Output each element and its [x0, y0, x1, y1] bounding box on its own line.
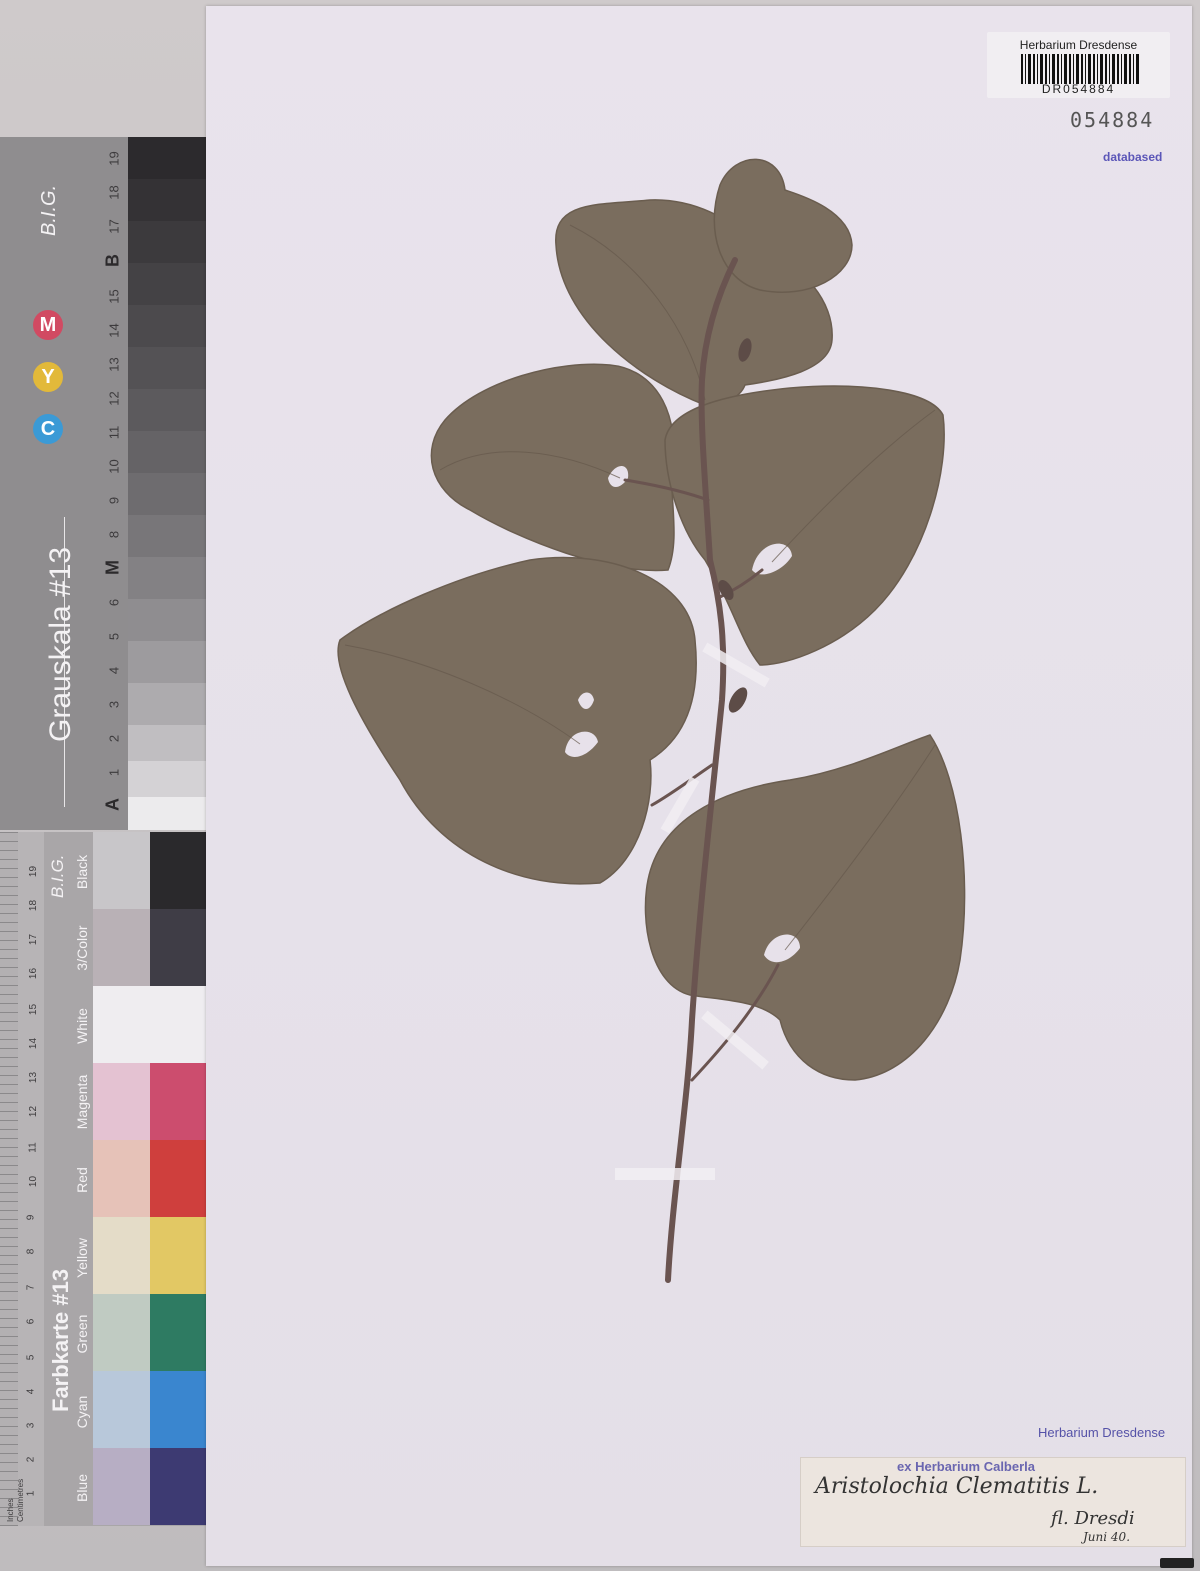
- ex-label-title: ex Herbarium Calberla: [897, 1459, 1036, 1474]
- catalog-number: 054884: [1070, 108, 1155, 132]
- herbarium-stamp: Herbarium Dresdense: [1038, 1425, 1166, 1440]
- barcode-number: DR054884: [1041, 82, 1116, 96]
- flower-bud: [728, 687, 748, 713]
- leaf-upper-left: [430, 363, 675, 572]
- databased-stamp: databased: [1103, 150, 1163, 164]
- mounting-strip: [615, 1168, 715, 1180]
- specimen-aristolochia: [337, 158, 966, 1283]
- ex-label-collector: fl. Dresdi: [1051, 1508, 1135, 1529]
- leaf-top-small: [713, 158, 853, 293]
- license-badge-icon: [1160, 1558, 1194, 1568]
- ex-herbarium-label: ex Herbarium Calberla Aristolochia Clema…: [800, 1457, 1186, 1547]
- leaf-middle-left: [337, 556, 697, 885]
- barcode-icon: [1021, 54, 1141, 84]
- barcode-institution: Herbarium Dresdense: [1019, 38, 1138, 52]
- leaf-group: [337, 158, 966, 1081]
- barcode-label: Herbarium Dresdense DR054884: [987, 32, 1170, 98]
- ex-label-species: Aristolochia Clematitis L.: [815, 1474, 1099, 1499]
- ex-label-date: Juni 40.: [1083, 1530, 1131, 1544]
